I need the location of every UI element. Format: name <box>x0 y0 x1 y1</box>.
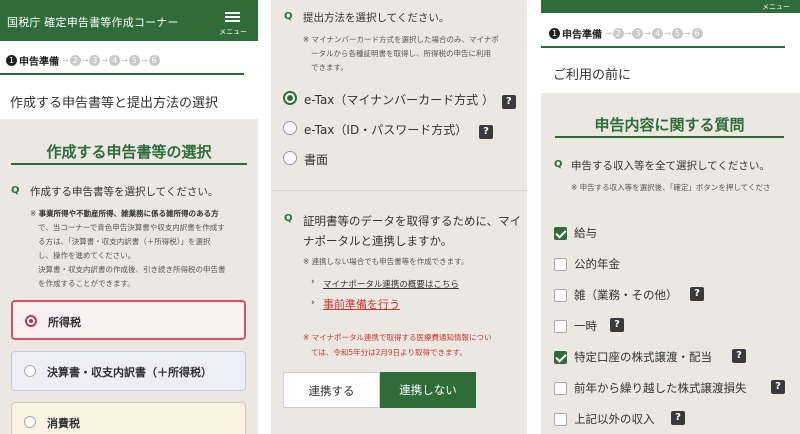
page-title: ご利用の前に <box>553 68 632 83</box>
submission-note: ※ マイナンバーカード方式を選択した場合のみ、マイナポ ータルから各種証明書を取… <box>303 35 499 72</box>
app-title: 国税庁 確定申告書等作成コーナー <box>7 16 179 29</box>
help-icon[interactable]: ? <box>671 411 685 425</box>
step-4-dot: 4 <box>652 28 664 39</box>
step-5-dot: 5 <box>128 55 140 66</box>
option-label: 消費税 <box>47 417 80 430</box>
label-other-income[interactable]: 上記以外の収入 <box>574 411 655 427</box>
link-mynaportal-overview[interactable]: マイナポータル連携の概要はこちら <box>323 278 459 290</box>
help-icon[interactable]: ? <box>732 349 746 363</box>
question-mark: Q <box>554 159 563 170</box>
step-indicator: 1 申告準備 → 2 → 3 → 4 → 5 → 6 <box>549 26 703 41</box>
page-title: 作成する申告書等と提出方法の選択 <box>10 96 219 111</box>
option-label: 所得税 <box>48 316 81 329</box>
help-icon[interactable]: ? <box>610 318 624 332</box>
step-underline <box>541 46 785 48</box>
checkbox-carryover-loss[interactable] <box>554 382 567 395</box>
instruction-note: ※ 事業所得や不動産所得、雑業務に係る雑所得のある方 で、当コーナーで青色申告決… <box>30 209 226 288</box>
checkbox-other-income[interactable] <box>554 413 567 426</box>
income-note: ※ 申告する収入等を選択後、「確定」ボタンを押してくださ <box>571 183 771 192</box>
panel-income-questions: メニュー 1 申告準備 → 2 → 3 → 4 → 5 → 6 ご利用の前に 申告内容に関する質問 Q… <box>541 0 800 434</box>
app-header: メニュー <box>541 0 800 13</box>
panel-submission-method: Q 提出方法を選択してください。 ※ マイナンバーカード方式を選択した場合のみ、… <box>271 0 527 434</box>
step-6-dot: 6 <box>691 28 703 39</box>
menu-button[interactable]: メニュー <box>218 7 248 37</box>
section-title-underline <box>11 163 247 165</box>
question-text: 申告する収入等を全て選択してください。 <box>571 160 770 172</box>
question-text: 作成する申告書等を選択してください。 <box>30 186 219 198</box>
label-misc[interactable]: 雑（業務・その他） <box>574 287 678 303</box>
divider <box>271 190 527 191</box>
radio-selected-icon <box>25 315 37 327</box>
step-3-dot: 3 <box>89 55 101 66</box>
checkbox-specified-account[interactable] <box>554 351 567 364</box>
label-temporary[interactable]: 一時 <box>574 318 597 334</box>
step-2-dot: 2 <box>612 28 624 39</box>
medical-notice-note: ※ マイナポータル連携で取得する医療費通知情報につい ては、令和5年分は2月9日… <box>303 333 492 357</box>
question-mark: Q <box>11 185 20 196</box>
radio-paper[interactable] <box>283 151 297 165</box>
radio-icon <box>24 416 36 428</box>
step-1-dot: 1 <box>549 28 560 39</box>
step-current-label: 申告準備 <box>562 30 602 41</box>
label-public-pension[interactable]: 公的年金 <box>574 256 620 272</box>
radio-etax-mynumber[interactable] <box>283 91 297 105</box>
checkbox-misc[interactable] <box>554 289 567 302</box>
help-icon[interactable]: ? <box>479 125 494 139</box>
checkbox-temporary[interactable] <box>554 320 567 333</box>
checkbox-salary[interactable] <box>554 227 567 240</box>
question-mark: Q <box>284 213 293 224</box>
menu-label[interactable]: メニュー <box>762 2 790 12</box>
help-icon[interactable]: ? <box>501 95 516 109</box>
question-submission: 提出方法を選択してください。 <box>303 12 450 24</box>
help-icon[interactable]: ? <box>690 287 704 301</box>
question-mark: Q <box>284 11 293 22</box>
step-3-dot: 3 <box>632 28 644 39</box>
hamburger-icon <box>225 12 240 23</box>
link-button[interactable]: 連携する <box>283 372 380 408</box>
app-header: 国税庁 確定申告書等作成コーナー メニュー <box>0 0 258 41</box>
question-mynaportal: 証明書等のデータを取得するために、マイ ナポータルと連携しますか。 <box>303 214 522 248</box>
section-title: 作成する申告書等の選択 <box>46 143 212 161</box>
no-link-button[interactable]: 連携しない <box>380 372 476 408</box>
option-label: 決算書・収支内訳書（＋所得税） <box>47 366 212 379</box>
chevron-right-icon: › <box>311 277 315 287</box>
link-advance-preparation[interactable]: 事前準備を行う <box>323 296 400 312</box>
option-income-tax[interactable]: 所得税 <box>11 300 246 340</box>
section-title-underline <box>555 136 784 138</box>
step-underline <box>0 73 244 75</box>
method-paper[interactable]: 書面 <box>304 151 328 168</box>
step-current-label: 申告準備 <box>19 57 59 68</box>
radio-icon <box>24 365 36 377</box>
label-specified-account[interactable]: 特定口座の株式譲渡・配当 <box>574 349 712 365</box>
radio-etax-idpw[interactable] <box>283 121 297 135</box>
step-2-dot: 2 <box>69 55 81 66</box>
menu-label: メニュー <box>219 28 247 36</box>
chevron-right-icon: › <box>311 298 315 308</box>
section-title: 申告内容に関する質問 <box>594 116 745 134</box>
checkbox-public-pension[interactable] <box>554 258 567 271</box>
help-icon[interactable]: ? <box>771 380 785 394</box>
step-indicator: 1 申告準備 → 2 → 3 → 4 → 5 → 6 <box>6 53 160 68</box>
panel-select-return-type: 国税庁 確定申告書等作成コーナー メニュー 1 申告準備 → 2 → 3 → 4 → 5 → 6 作成… <box>0 0 258 434</box>
method-etax-idpw[interactable]: e-Tax（ID・パスワード方式） ? <box>304 121 494 139</box>
option-financial-statement[interactable]: 決算書・収支内訳書（＋所得税） <box>11 351 246 391</box>
step-5-dot: 5 <box>671 28 683 39</box>
label-salary[interactable]: 給与 <box>574 225 597 241</box>
option-consumption-tax[interactable]: 消費税 <box>11 402 246 434</box>
method-etax-mynumber[interactable]: e-Tax（マイナンバーカード方式 ） ? <box>304 91 516 109</box>
step-4-dot: 4 <box>109 55 121 66</box>
step-6-dot: 6 <box>148 55 160 66</box>
label-carryover-loss[interactable]: 前年から繰り越した株式譲渡損失 <box>574 380 747 396</box>
mynaportal-note: ※ 連携しない場合でも申告書等を作成できます。 <box>303 257 469 266</box>
step-1-dot: 1 <box>6 55 17 66</box>
